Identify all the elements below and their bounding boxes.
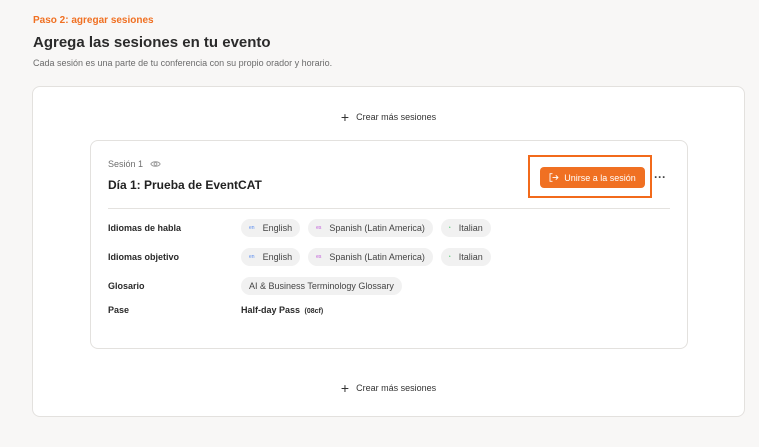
divider — [108, 208, 670, 209]
eye-icon[interactable] — [150, 160, 161, 168]
language-dot-icon: en — [249, 254, 255, 260]
add-sessions-button-top[interactable]: + Crear más sesiones — [33, 109, 744, 125]
glossary-row: Glosario AI & Business Terminology Gloss… — [108, 277, 410, 295]
pass-label: Pase — [108, 305, 130, 315]
spoken-languages-row: Idiomas de habla en English es Spanish (… — [108, 219, 499, 237]
language-chip-text: English — [262, 223, 293, 233]
language-chip-text: Italian — [458, 252, 483, 262]
language-chip: en English — [241, 248, 301, 266]
session-number: Sesión 1 — [108, 159, 161, 169]
pass-value: Half-day Pass (08cf) — [241, 305, 323, 315]
target-languages-row: Idiomas objetivo en English es Spanish (… — [108, 248, 499, 266]
pass-code: (08cf) — [304, 308, 324, 315]
language-chip: • Italian — [440, 248, 491, 266]
language-dot-icon: • — [448, 254, 451, 260]
language-chip-text: English — [262, 252, 293, 262]
language-chip: • Italian — [440, 219, 491, 237]
language-dot-icon: es — [316, 225, 322, 231]
more-options-icon[interactable]: ··· — [653, 169, 667, 185]
language-chip: es Spanish (Latin America) — [308, 248, 433, 266]
session-card: Sesión 1 Día 1: Prueba de EventCAT Unirs… — [90, 140, 688, 349]
plus-icon: + — [340, 380, 350, 396]
page-title: Agrega las sesiones en tu evento — [33, 34, 271, 51]
language-dot-icon: es — [316, 254, 322, 260]
page-subtitle: Cada sesión es una parte de tu conferenc… — [33, 58, 333, 68]
add-sessions-button-bottom[interactable]: + Crear más sesiones — [33, 380, 744, 396]
language-dot-icon: • — [448, 225, 451, 231]
plus-icon: + — [340, 109, 350, 125]
language-chip: en English — [241, 219, 301, 237]
add-sessions-label: Crear más sesiones — [356, 383, 437, 393]
glossary-chip: AI & Business Terminology Glossary — [241, 277, 402, 295]
language-chip-text: Italian — [458, 223, 483, 233]
session-title: Día 1: Prueba de EventCAT — [108, 178, 262, 192]
pass-row: Pase Half-day Pass (08cf) — [108, 305, 323, 315]
target-languages-label: Idiomas objetivo — [108, 252, 180, 262]
spoken-languages-label: Idiomas de habla — [108, 223, 182, 233]
step-label: Paso 2: agregar sesiones — [33, 15, 154, 26]
join-session-label: Unirse a la sesión — [564, 172, 636, 183]
add-sessions-label: Crear más sesiones — [356, 112, 437, 122]
language-dot-icon: en — [249, 225, 255, 231]
join-session-button[interactable]: Unirse a la sesión — [540, 167, 645, 188]
pass-name: Half-day Pass — [241, 305, 301, 315]
session-number-label: Sesión 1 — [108, 159, 144, 169]
glossary-label: Glosario — [108, 281, 145, 291]
sessions-container: + Crear más sesiones Sesión 1 Día 1: Pru… — [32, 86, 745, 417]
language-chip: es Spanish (Latin America) — [308, 219, 433, 237]
language-chip-text: Spanish (Latin America) — [329, 252, 425, 262]
enter-icon — [549, 173, 559, 182]
language-chip-text: Spanish (Latin America) — [329, 223, 425, 233]
